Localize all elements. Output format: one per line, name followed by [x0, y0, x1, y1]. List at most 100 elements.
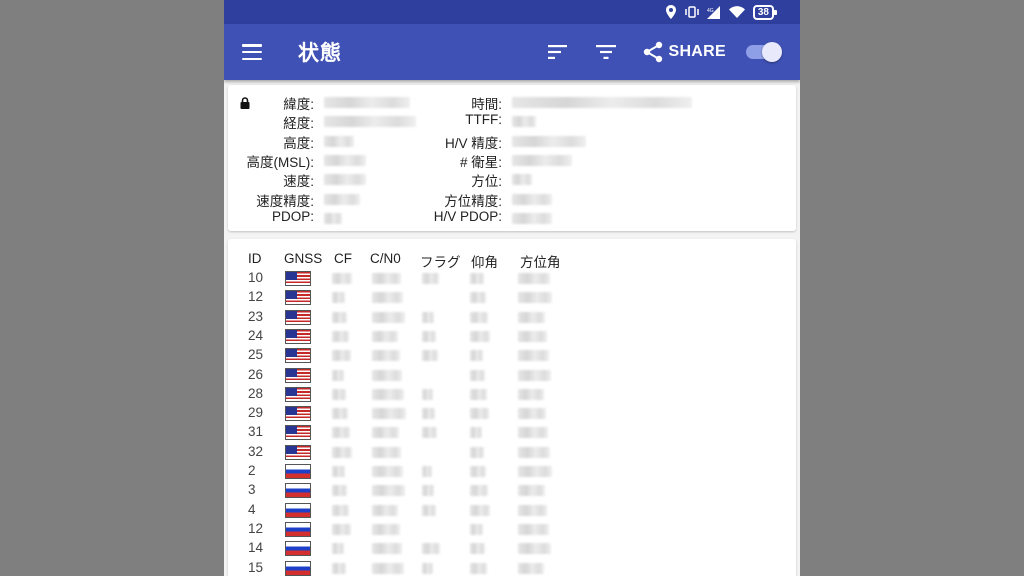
redacted-value: [422, 543, 440, 555]
tracking-toggle[interactable]: [746, 42, 782, 62]
wifi-icon: [728, 6, 745, 18]
redacted-value: [422, 485, 434, 497]
share-button[interactable]: SHARE: [642, 41, 726, 63]
status-label-left: 速度精度:: [256, 193, 314, 209]
redacted-value: [470, 350, 483, 362]
redacted-value: [470, 311, 488, 323]
redacted-value: [518, 350, 549, 362]
column-header[interactable]: 方位角: [520, 251, 561, 271]
redacted-value: [470, 408, 489, 420]
status-label-left: 速度:: [283, 174, 314, 190]
redacted-value: [332, 350, 351, 362]
redacted-value: [422, 273, 439, 284]
redacted-value: [470, 446, 484, 458]
redacted-value: [372, 273, 401, 284]
menu-icon[interactable]: [242, 44, 262, 60]
status-label-left: 高度(MSL):: [246, 154, 315, 170]
redacted-value: [422, 388, 433, 400]
redacted-value: [332, 562, 346, 574]
redacted-value: [422, 311, 434, 323]
redacted-value: [324, 174, 366, 186]
redacted-value: [470, 543, 485, 555]
usa-flag-icon: [285, 406, 311, 422]
redacted-value: [372, 562, 404, 574]
redacted-value: [512, 135, 586, 147]
status-label-left: 高度:: [283, 135, 314, 151]
redacted-value: [512, 193, 552, 205]
redacted-value: [512, 212, 552, 224]
redacted-value: [372, 543, 402, 555]
russia-flag-icon: [285, 560, 311, 576]
redacted-value: [372, 311, 405, 323]
column-header[interactable]: 仰角: [471, 251, 498, 271]
redacted-value: [332, 330, 349, 342]
usa-flag-icon: [285, 425, 311, 441]
satellite-table-card: ID GNSS CF C/N0 フラグ 仰角 方位角 10 12 23 24 25 26 28 29 31 3…: [228, 239, 796, 576]
redacted-value: [470, 369, 485, 381]
redacted-value: [422, 330, 436, 342]
redacted-value: [422, 466, 432, 477]
redacted-value: [372, 485, 405, 497]
redacted-value: [470, 388, 487, 400]
status-label-right: 方位精度:: [444, 193, 502, 209]
redacted-value: [372, 427, 399, 439]
satellite-id: 26: [248, 366, 264, 382]
satellite-id: 2: [248, 463, 256, 478]
usa-flag-icon: [285, 386, 311, 402]
redacted-value: [332, 311, 347, 323]
location-status-card: 緯度: 経度: 高度: 高度(MSL): 速度: 速度精度: PDOP: 時間: TTFF: H/…: [228, 85, 796, 231]
page-title: 状態: [298, 42, 342, 65]
signal-icon: 4G: [706, 5, 720, 19]
column-header[interactable]: CF: [334, 251, 352, 266]
satellite-id: 12: [248, 520, 264, 536]
usa-flag-icon: [285, 367, 311, 383]
redacted-value: [518, 543, 551, 555]
redacted-value: [518, 369, 551, 381]
redacted-value: [372, 523, 400, 535]
redacted-value: [332, 388, 346, 400]
russia-flag-icon: [285, 502, 311, 518]
satellite-id: 24: [248, 327, 264, 343]
redacted-value: [470, 485, 488, 497]
satellite-id: 23: [248, 308, 264, 324]
satellite-id: 12: [248, 289, 264, 305]
satellite-id: 3: [248, 482, 256, 498]
redacted-value: [518, 408, 546, 420]
redacted-value: [470, 504, 490, 516]
usa-flag-icon: [285, 271, 311, 286]
redacted-value: [372, 330, 398, 342]
redacted-value: [512, 174, 532, 186]
location-icon: [665, 5, 676, 19]
status-label-right: 時間:: [471, 97, 502, 112]
satellite-id: 10: [248, 270, 264, 285]
satellite-id: 25: [248, 347, 264, 363]
redacted-value: [470, 273, 484, 284]
redacted-value: [470, 292, 486, 304]
column-header[interactable]: フラグ: [420, 251, 461, 271]
column-header[interactable]: C/N0: [370, 251, 401, 266]
redacted-value: [332, 273, 352, 284]
satellite-id: 29: [248, 405, 264, 421]
redacted-value: [324, 97, 410, 108]
redacted-value: [332, 427, 350, 439]
column-header[interactable]: ID: [248, 251, 262, 266]
russia-flag-icon: [285, 541, 311, 557]
column-header[interactable]: GNSS: [284, 251, 322, 266]
redacted-value: [518, 446, 550, 458]
redacted-value: [372, 504, 398, 516]
redacted-value: [332, 504, 349, 516]
status-label-right: # 衛星:: [459, 154, 502, 170]
russia-flag-icon: [285, 483, 311, 499]
redacted-value: [332, 446, 352, 458]
redacted-value: [422, 427, 437, 439]
redacted-value: [518, 388, 544, 400]
sort-icon[interactable]: [546, 40, 570, 64]
redacted-value: [324, 135, 354, 147]
redacted-value: [372, 408, 406, 420]
redacted-value: [324, 154, 366, 166]
redacted-value: [422, 504, 436, 516]
redacted-value: [518, 330, 547, 342]
redacted-value: [518, 311, 545, 323]
russia-flag-icon: [285, 521, 311, 537]
filter-icon[interactable]: [594, 40, 618, 64]
